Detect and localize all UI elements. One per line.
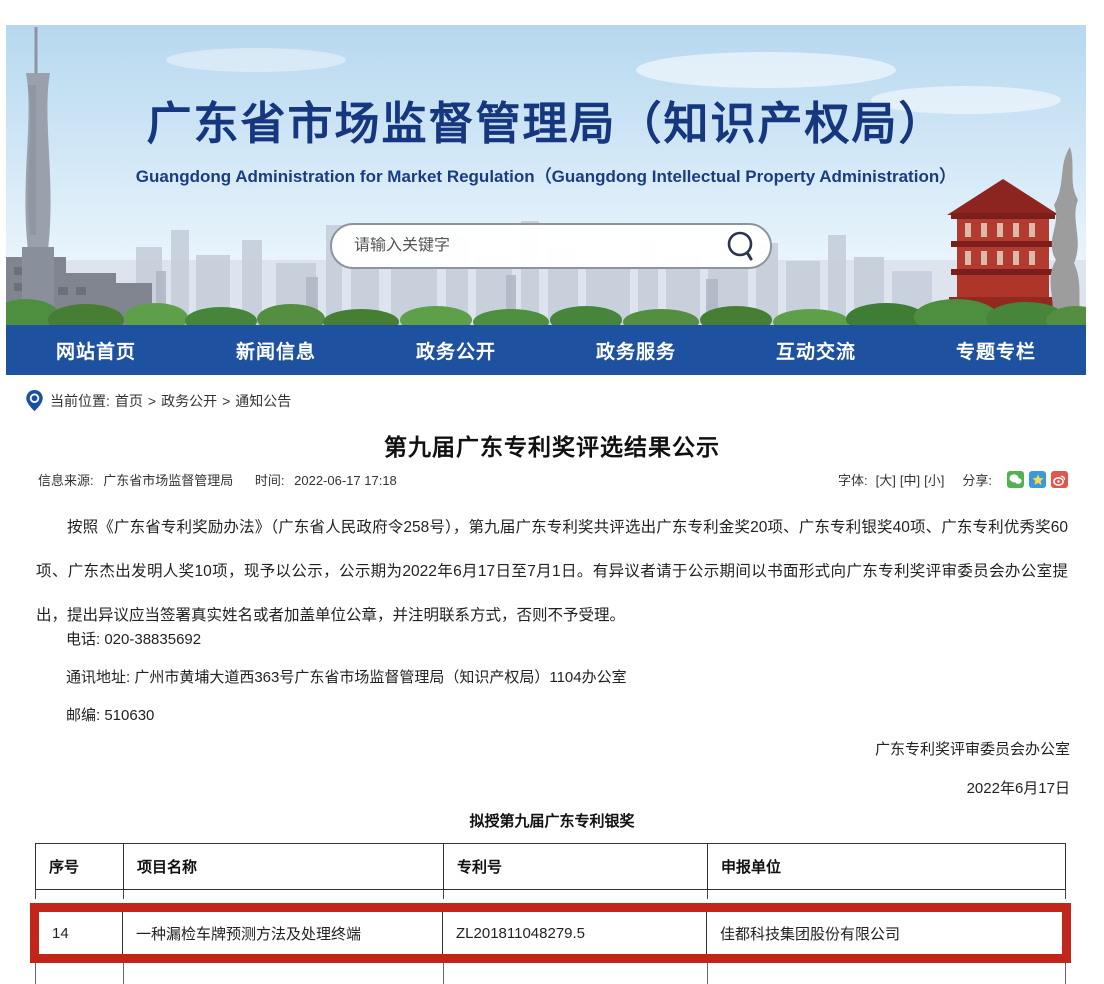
award-table: 序号 项目名称 专利号 申报单位 14 一种漏检车牌预测方法及处理终端 ZL20… xyxy=(35,843,1066,984)
table-caption: 拟授第九届广东专利银奖 xyxy=(0,810,1104,831)
row-cell-applicant: 佳都科技集团股份有限公司 xyxy=(707,912,1062,954)
nav-item-special[interactable]: 专题专栏 xyxy=(906,325,1086,375)
qzone-share-icon[interactable] xyxy=(1029,471,1046,488)
clipped-row-line xyxy=(123,963,124,984)
share-label: 分享: xyxy=(962,470,992,489)
site-title-english: Guangdong Administration for Market Regu… xyxy=(6,162,1086,187)
search-input[interactable] xyxy=(354,237,726,255)
wechat-share-icon[interactable] xyxy=(1007,471,1024,488)
breadcrumb: 当前位置: 首页 > 政务公开 > 通知公告 xyxy=(26,390,296,411)
main-nav: 网站首页 新闻信息 政务公开 政务服务 互动交流 专题专栏 xyxy=(6,325,1086,375)
page: { "colors": { "nav_blue": "#1e52a0", "ti… xyxy=(0,0,1104,984)
location-pin-icon xyxy=(26,390,43,411)
header-banner: 广东省市场监督管理局（知识产权局） Guangdong Administrati… xyxy=(6,25,1086,325)
header-cell-patent-no: 专利号 xyxy=(444,844,708,889)
nav-item-interaction[interactable]: 互动交流 xyxy=(726,325,906,375)
signature-office: 广东专利奖评审委员会办公室 xyxy=(875,738,1070,759)
source-value: 广东省市场监督管理局 xyxy=(103,473,233,488)
clipped-row-line xyxy=(1065,963,1066,984)
row-cell-patent-no: ZL201811048279.5 xyxy=(443,912,707,954)
nav-item-gov-open[interactable]: 政务公开 xyxy=(366,325,546,375)
header-cell-project: 项目名称 xyxy=(124,844,444,889)
nav-item-news[interactable]: 新闻信息 xyxy=(186,325,366,375)
contact-postcode: 邮编: 510630 xyxy=(36,704,627,728)
font-size-large-button[interactable]: [大] xyxy=(876,470,896,489)
clipped-row-line xyxy=(443,963,444,984)
breadcrumb-separator: > xyxy=(222,393,230,409)
weibo-share-icon[interactable] xyxy=(1051,471,1068,488)
contact-phone: 电话: 020-38835692 xyxy=(36,628,627,652)
signature-date: 2022年6月17日 xyxy=(875,777,1070,798)
search-bar[interactable] xyxy=(330,223,772,269)
search-button[interactable] xyxy=(726,230,756,262)
clipped-row-line xyxy=(123,890,124,899)
clipped-row-line xyxy=(707,890,708,899)
time-value: 2022-06-17 17:18 xyxy=(294,473,397,488)
red-highlight-box: 14 一种漏检车牌预测方法及处理终端 ZL201811048279.5 佳都科技… xyxy=(30,903,1071,963)
time-label: 时间: xyxy=(255,473,285,488)
clipped-row-line xyxy=(707,963,708,984)
signature-block: 广东专利奖评审委员会办公室 2022年6月17日 xyxy=(875,738,1070,798)
article-title: 第九届广东专利奖评选结果公示 xyxy=(0,428,1104,462)
site-title: 广东省市场监督管理局（知识产权局） xyxy=(6,87,1086,152)
source-label: 信息来源: xyxy=(38,473,94,488)
contact-address: 通讯地址: 广州市黄埔大道西363号广东省市场监督管理局（知识产权局）1104办… xyxy=(36,666,627,690)
row-cell-project: 一种漏检车牌预测方法及处理终端 xyxy=(123,912,443,954)
article-meta-right: 字体: [大] [中] [小] 分享: xyxy=(838,470,1068,489)
article-meta: 信息来源: 广东省市场监督管理局 时间: 2022-06-17 17:18 字体… xyxy=(38,470,1068,489)
breadcrumb-section[interactable]: 政务公开 xyxy=(161,391,217,411)
table-row: 14 一种漏检车牌预测方法及处理终端 ZL201811048279.5 佳都科技… xyxy=(39,912,1062,954)
nav-item-gov-service[interactable]: 政务服务 xyxy=(546,325,726,375)
search-icon xyxy=(726,230,756,262)
clipped-row-line xyxy=(443,890,444,899)
breadcrumb-prefix: 当前位置: xyxy=(50,391,110,411)
red-tower-building xyxy=(947,179,1059,313)
breadcrumb-current[interactable]: 通知公告 xyxy=(235,391,291,411)
font-size-small-button[interactable]: [小] xyxy=(924,470,944,489)
font-size-medium-button[interactable]: [中] xyxy=(900,470,920,489)
row-cell-index: 14 xyxy=(39,912,123,954)
breadcrumb-home[interactable]: 首页 xyxy=(115,391,143,411)
clipped-row-line xyxy=(35,890,36,899)
share-icon-group xyxy=(1002,471,1068,488)
article-meta-left: 信息来源: 广东省市场监督管理局 时间: 2022-06-17 17:18 xyxy=(38,470,403,489)
table-header-row: 序号 项目名称 专利号 申报单位 xyxy=(35,843,1066,890)
contact-block: 电话: 020-38835692 通讯地址: 广州市黄埔大道西363号广东省市场… xyxy=(36,628,627,742)
header-cell-index: 序号 xyxy=(36,844,124,889)
nav-item-home[interactable]: 网站首页 xyxy=(6,325,186,375)
clipped-row-line xyxy=(35,963,36,984)
clipped-row-line xyxy=(1065,890,1066,899)
breadcrumb-separator: > xyxy=(148,393,156,409)
header-cell-applicant: 申报单位 xyxy=(708,844,1065,889)
font-size-label: 字体: xyxy=(838,470,868,489)
article-paragraph: 按照《广东省专利奖励办法》（广东省人民政府令258号），第九届广东专利奖共评选出… xyxy=(36,506,1068,638)
